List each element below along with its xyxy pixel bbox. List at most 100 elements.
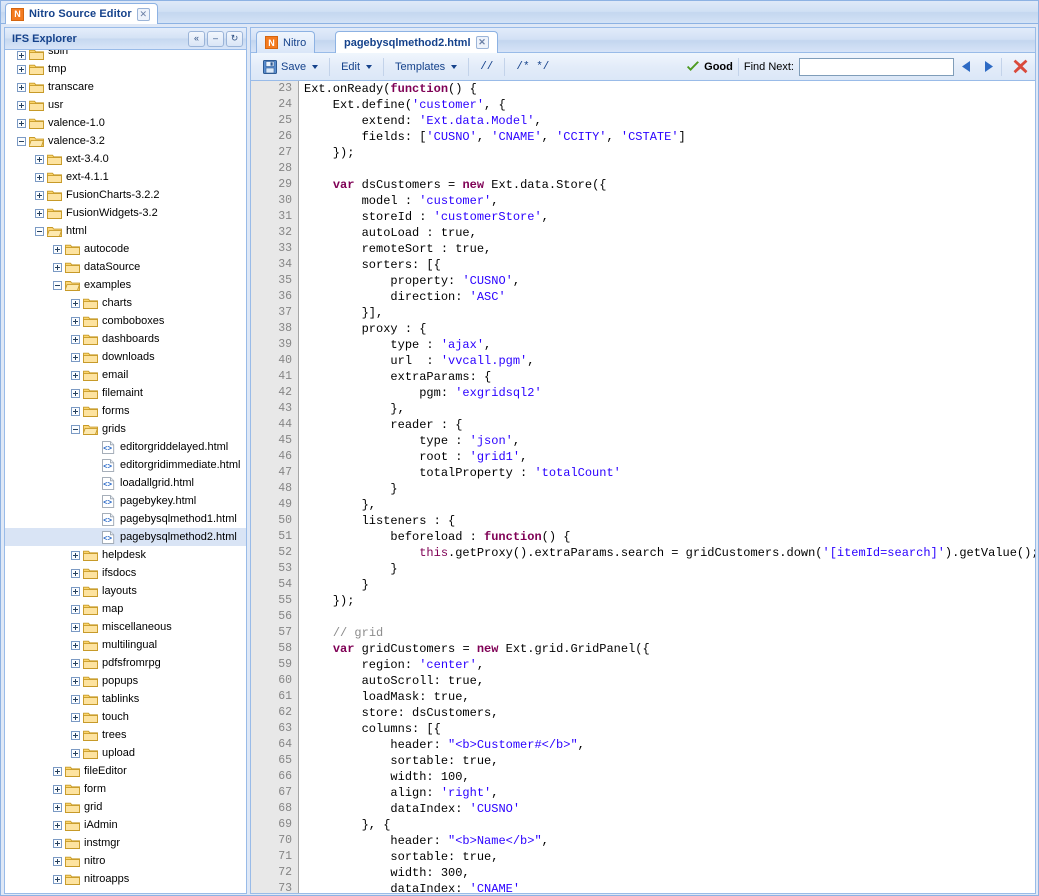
tree-folder-item[interactable]: pdfsfromrpg	[5, 654, 246, 672]
expand-node-icon[interactable]	[71, 316, 80, 326]
tree-folder-item[interactable]: fileEditor	[5, 762, 246, 780]
code-content[interactable]: Ext.onReady(function() { Ext.define('cus…	[300, 81, 1035, 893]
expand-node-icon[interactable]	[71, 676, 80, 686]
find-next-input[interactable]	[799, 57, 954, 76]
code-line[interactable]: dataIndex: 'CNAME'	[300, 881, 1035, 893]
tree-folder-item[interactable]: helpdesk	[5, 546, 246, 564]
expand-node-icon[interactable]	[17, 51, 26, 60]
code-line[interactable]: });	[300, 593, 1035, 609]
tree-folder-item[interactable]: dataSource	[5, 258, 246, 276]
tree-folder-item[interactable]: iAdmin	[5, 816, 246, 834]
tree-folder-item[interactable]: touch	[5, 708, 246, 726]
code-line[interactable]: property: 'CUSNO',	[300, 273, 1035, 289]
code-line[interactable]: this.getProxy().extraParams.search = gri…	[300, 545, 1035, 561]
tree-folder-item[interactable]: html	[5, 222, 246, 240]
code-line[interactable]: beforeload : function() {	[300, 529, 1035, 545]
tree-folder-item[interactable]: autocode	[5, 240, 246, 258]
edit-menu-button[interactable]: Edit	[335, 56, 378, 78]
expand-node-icon[interactable]	[71, 712, 80, 722]
code-line[interactable]: totalProperty : 'totalCount'	[300, 465, 1035, 481]
code-line[interactable]: Ext.onReady(function() {	[300, 81, 1035, 97]
expand-node-icon[interactable]	[35, 208, 44, 218]
code-line[interactable]: storeId : 'customerStore',	[300, 209, 1035, 225]
code-line[interactable]: sorters: [{	[300, 257, 1035, 273]
app-tab-nitro-source-editor[interactable]: N Nitro Source Editor ✕	[5, 3, 158, 24]
expand-node-icon[interactable]	[53, 766, 62, 776]
code-line[interactable]: fields: ['CUSNO', 'CNAME', 'CCITY', 'CST…	[300, 129, 1035, 145]
code-line[interactable]: }	[300, 577, 1035, 593]
tree-folder-item[interactable]: charts	[5, 294, 246, 312]
code-line[interactable]	[300, 609, 1035, 625]
code-line[interactable]: }, {	[300, 817, 1035, 833]
code-line[interactable]: var gridCustomers = new Ext.grid.GridPan…	[300, 641, 1035, 657]
code-line[interactable]: autoScroll: true,	[300, 673, 1035, 689]
code-line[interactable]: remoteSort : true,	[300, 241, 1035, 257]
code-editor-area[interactable]: 23 24 25 26 27 28 29 30 31 32 33 34 35 36 37 38 39 40 41 42…	[251, 81, 1035, 893]
tree-folder-item[interactable]: upload	[5, 744, 246, 762]
tree-folder-item[interactable]: downloads	[5, 348, 246, 366]
code-line[interactable]: store: dsCustomers,	[300, 705, 1035, 721]
code-line[interactable]: extend: 'Ext.data.Model',	[300, 113, 1035, 129]
find-next-button[interactable]	[980, 58, 996, 76]
expand-node-icon[interactable]	[71, 568, 80, 578]
expand-node-icon[interactable]	[71, 694, 80, 704]
expand-node-icon[interactable]	[53, 874, 62, 884]
code-line[interactable]: // grid	[300, 625, 1035, 641]
code-line[interactable]: width: 300,	[300, 865, 1035, 881]
tree-folder-item[interactable]: filemaint	[5, 384, 246, 402]
tree-file-item[interactable]: <> pagebysqlmethod1.html	[5, 510, 246, 528]
tree-folder-item[interactable]: ext-4.1.1	[5, 168, 246, 186]
expand-node-icon[interactable]	[71, 550, 80, 560]
expand-node-icon[interactable]	[17, 82, 26, 92]
minimize-button[interactable]: –	[207, 30, 224, 47]
code-line[interactable]: listeners : {	[300, 513, 1035, 529]
expand-node-icon[interactable]	[17, 100, 26, 110]
expand-node-icon[interactable]	[71, 388, 80, 398]
tree-folder-item[interactable]: forms	[5, 402, 246, 420]
tree-file-item[interactable]: <> pagebykey.html	[5, 492, 246, 510]
tree-folder-item[interactable]: sbin	[5, 50, 246, 60]
tree-folder-item[interactable]: examples	[5, 276, 246, 294]
code-line[interactable]: }	[300, 561, 1035, 577]
save-button[interactable]: Save	[257, 56, 324, 78]
code-line[interactable]: Ext.define('customer', {	[300, 97, 1035, 113]
tree-file-item[interactable]: <> loadallgrid.html	[5, 474, 246, 492]
code-line[interactable]: dataIndex: 'CUSNO'	[300, 801, 1035, 817]
expand-node-icon[interactable]	[71, 748, 80, 758]
expand-node-icon[interactable]	[71, 334, 80, 344]
tree-folder-item[interactable]: email	[5, 366, 246, 384]
code-line[interactable]: header: "<b>Name</b>",	[300, 833, 1035, 849]
code-line[interactable]: sortable: true,	[300, 753, 1035, 769]
tree-folder-item[interactable]: nitroapps	[5, 870, 246, 888]
code-line[interactable]: },	[300, 497, 1035, 513]
code-line[interactable]: url : 'vvcall.pgm',	[300, 353, 1035, 369]
code-line[interactable]: var dsCustomers = new Ext.data.Store({	[300, 177, 1035, 193]
tree-folder-item[interactable]: tablinks	[5, 690, 246, 708]
collapse-node-icon[interactable]	[71, 424, 80, 434]
find-previous-button[interactable]	[959, 58, 975, 76]
tree-folder-item[interactable]: FusionCharts-3.2.2	[5, 186, 246, 204]
close-icon[interactable]: ✕	[136, 7, 150, 21]
expand-node-icon[interactable]	[71, 640, 80, 650]
tree-folder-item[interactable]: popups	[5, 672, 246, 690]
code-line[interactable]: },	[300, 401, 1035, 417]
tree-folder-item[interactable]: multilingual	[5, 636, 246, 654]
tree-folder-item[interactable]: nitro	[5, 852, 246, 870]
code-line[interactable]: type : 'json',	[300, 433, 1035, 449]
code-line[interactable]: header: "<b>Customer#</b>",	[300, 737, 1035, 753]
code-line[interactable]: reader : {	[300, 417, 1035, 433]
tree-folder-item[interactable]: ifsdocs	[5, 564, 246, 582]
tree-folder-item[interactable]: transcare	[5, 78, 246, 96]
expand-node-icon[interactable]	[71, 352, 80, 362]
collapse-node-icon[interactable]	[17, 136, 26, 146]
templates-menu-button[interactable]: Templates	[389, 56, 463, 78]
expand-node-icon[interactable]	[53, 784, 62, 794]
expand-node-icon[interactable]	[35, 190, 44, 200]
expand-node-icon[interactable]	[53, 820, 62, 830]
tree-folder-item[interactable]: map	[5, 600, 246, 618]
code-line[interactable]: loadMask: true,	[300, 689, 1035, 705]
expand-node-icon[interactable]	[53, 244, 62, 254]
tree-file-item[interactable]: <> pagebysqlmethod2.html	[5, 528, 246, 546]
expand-node-icon[interactable]	[71, 586, 80, 596]
code-line[interactable]: region: 'center',	[300, 657, 1035, 673]
